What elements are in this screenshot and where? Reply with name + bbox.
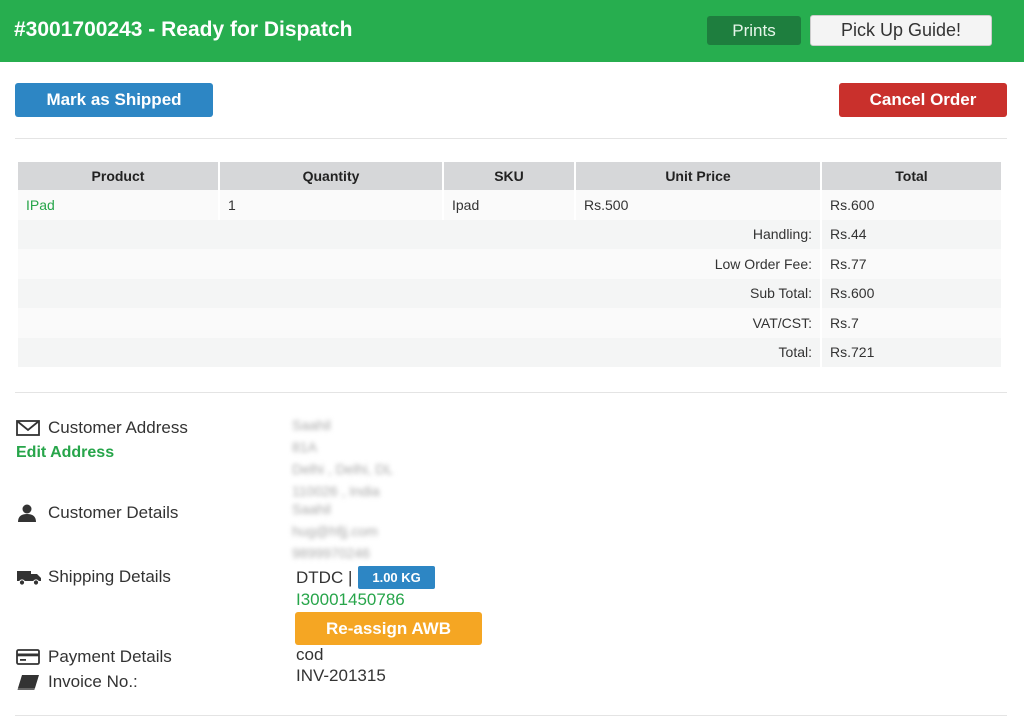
customer-address-label: Customer Address [16, 418, 188, 438]
invoice-label: Invoice No.: [16, 672, 138, 692]
summary-value: Rs.7 [822, 308, 1001, 338]
quantity-cell: 1 [220, 190, 442, 220]
order-header: #3001700243 - Ready for Dispatch Prints … [0, 0, 1024, 62]
summary-row-vat: VAT/CST: Rs.7 [18, 308, 1001, 338]
payment-method: cod [296, 645, 324, 664]
invoice-number: INV-201315 [296, 666, 386, 685]
summary-value: Rs.721 [822, 337, 1001, 367]
summary-value: Rs.77 [822, 249, 1001, 279]
edit-address-link[interactable]: Edit Address [16, 444, 114, 462]
customer-name: Saahil [292, 501, 331, 517]
order-title: #3001700243 - Ready for Dispatch [14, 18, 353, 41]
invoice-label-text: Invoice No.: [48, 672, 138, 691]
courier-row: DTDC | 1.00 KG [296, 566, 435, 589]
summary-row-sub-total: Sub Total: Rs.600 [18, 278, 1001, 308]
column-header-quantity: Quantity [220, 162, 442, 190]
column-header-product: Product [18, 162, 218, 190]
user-icon [16, 504, 42, 522]
customer-email: hug@hfjj.com [292, 523, 378, 539]
weight-badge: 1.00 KG [358, 566, 435, 589]
mark-as-shipped-button[interactable]: Mark as Shipped [15, 83, 213, 117]
address-line: 81A [292, 439, 317, 455]
unit-price-cell: Rs.500 [576, 190, 820, 220]
customer-details-lines: Saahil hug@hfjj.com 9899970246 [292, 498, 378, 564]
product-link[interactable]: IPad [26, 197, 55, 213]
summary-label: Sub Total: [18, 278, 820, 308]
shipping-details-text: Shipping Details [48, 567, 171, 586]
divider [15, 392, 1007, 393]
product-cell: IPad [18, 190, 218, 220]
column-header-unit-price: Unit Price [576, 162, 820, 190]
envelope-icon [16, 419, 42, 437]
summary-row-low-order-fee: Low Order Fee: Rs.77 [18, 249, 1001, 279]
truck-icon [16, 568, 42, 586]
column-header-sku: SKU [444, 162, 574, 190]
customer-details-label: Customer Details [16, 503, 178, 523]
reassign-awb-button[interactable]: Re-assign AWB [295, 612, 482, 645]
total-cell: Rs.600 [822, 190, 1001, 220]
summary-label: VAT/CST: [18, 308, 820, 338]
summary-row-handling: Handling: Rs.44 [18, 219, 1001, 249]
table-row: IPad 1 Ipad Rs.500 Rs.600 [18, 190, 1001, 220]
table-header-row: Product Quantity SKU Unit Price Total [18, 162, 1001, 190]
sku-cell: Ipad [444, 190, 574, 220]
customer-phone: 9899970246 [292, 545, 370, 561]
column-header-total: Total [822, 162, 1001, 190]
divider [15, 138, 1007, 139]
customer-address-lines: Saahil 81A Delhi , Delhi, DL 110026 , In… [292, 414, 393, 502]
summary-label: Handling: [18, 219, 820, 249]
order-items-table: Product Quantity SKU Unit Price Total IP… [16, 162, 1003, 367]
summary-label: Total: [18, 337, 820, 367]
address-line: Saahil [292, 417, 331, 433]
prints-button[interactable]: Prints [707, 16, 801, 45]
summary-value: Rs.600 [822, 278, 1001, 308]
divider [15, 715, 1007, 716]
book-icon [16, 673, 42, 691]
pickup-guide-button[interactable]: Pick Up Guide! [810, 15, 992, 46]
courier-name: DTDC | [296, 567, 353, 587]
shipping-details-label: Shipping Details [16, 567, 171, 587]
summary-row-total: Total: Rs.721 [18, 337, 1001, 367]
credit-card-icon [16, 648, 42, 666]
summary-value: Rs.44 [822, 219, 1001, 249]
cancel-order-button[interactable]: Cancel Order [839, 83, 1007, 117]
address-line: Delhi , Delhi, DL [292, 461, 394, 477]
awb-number-link[interactable]: I30001450786 [296, 590, 405, 610]
summary-label: Low Order Fee: [18, 249, 820, 279]
payment-details-label: Payment Details [16, 647, 172, 667]
customer-address-text: Customer Address [48, 418, 188, 437]
payment-details-text: Payment Details [48, 647, 172, 666]
customer-details-text: Customer Details [48, 503, 179, 522]
